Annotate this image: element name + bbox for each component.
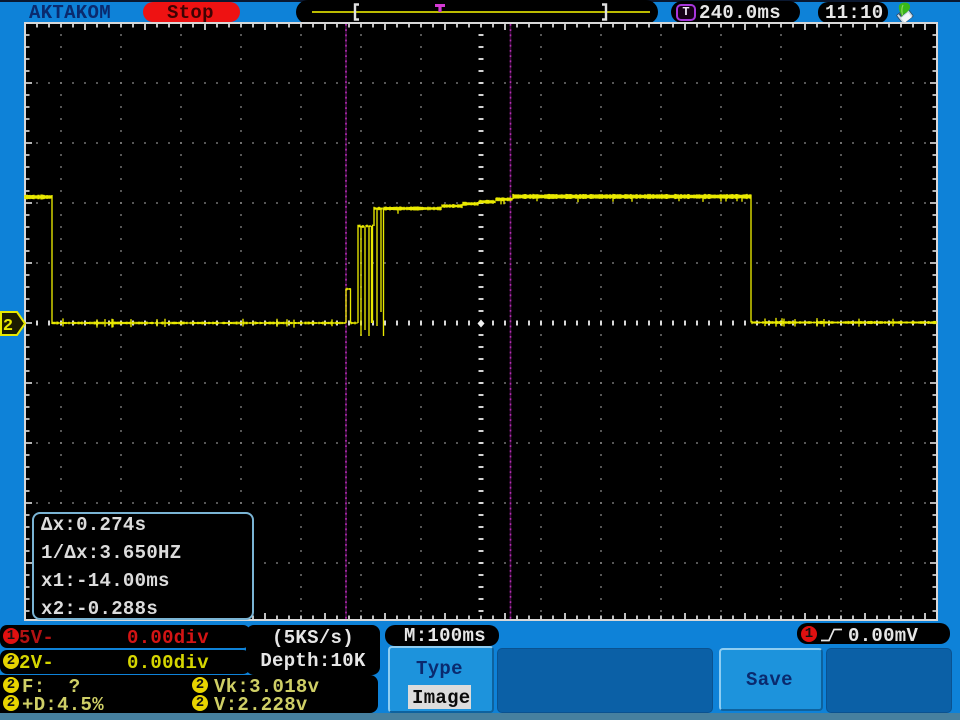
svg-text:2: 2 [3,317,13,336]
